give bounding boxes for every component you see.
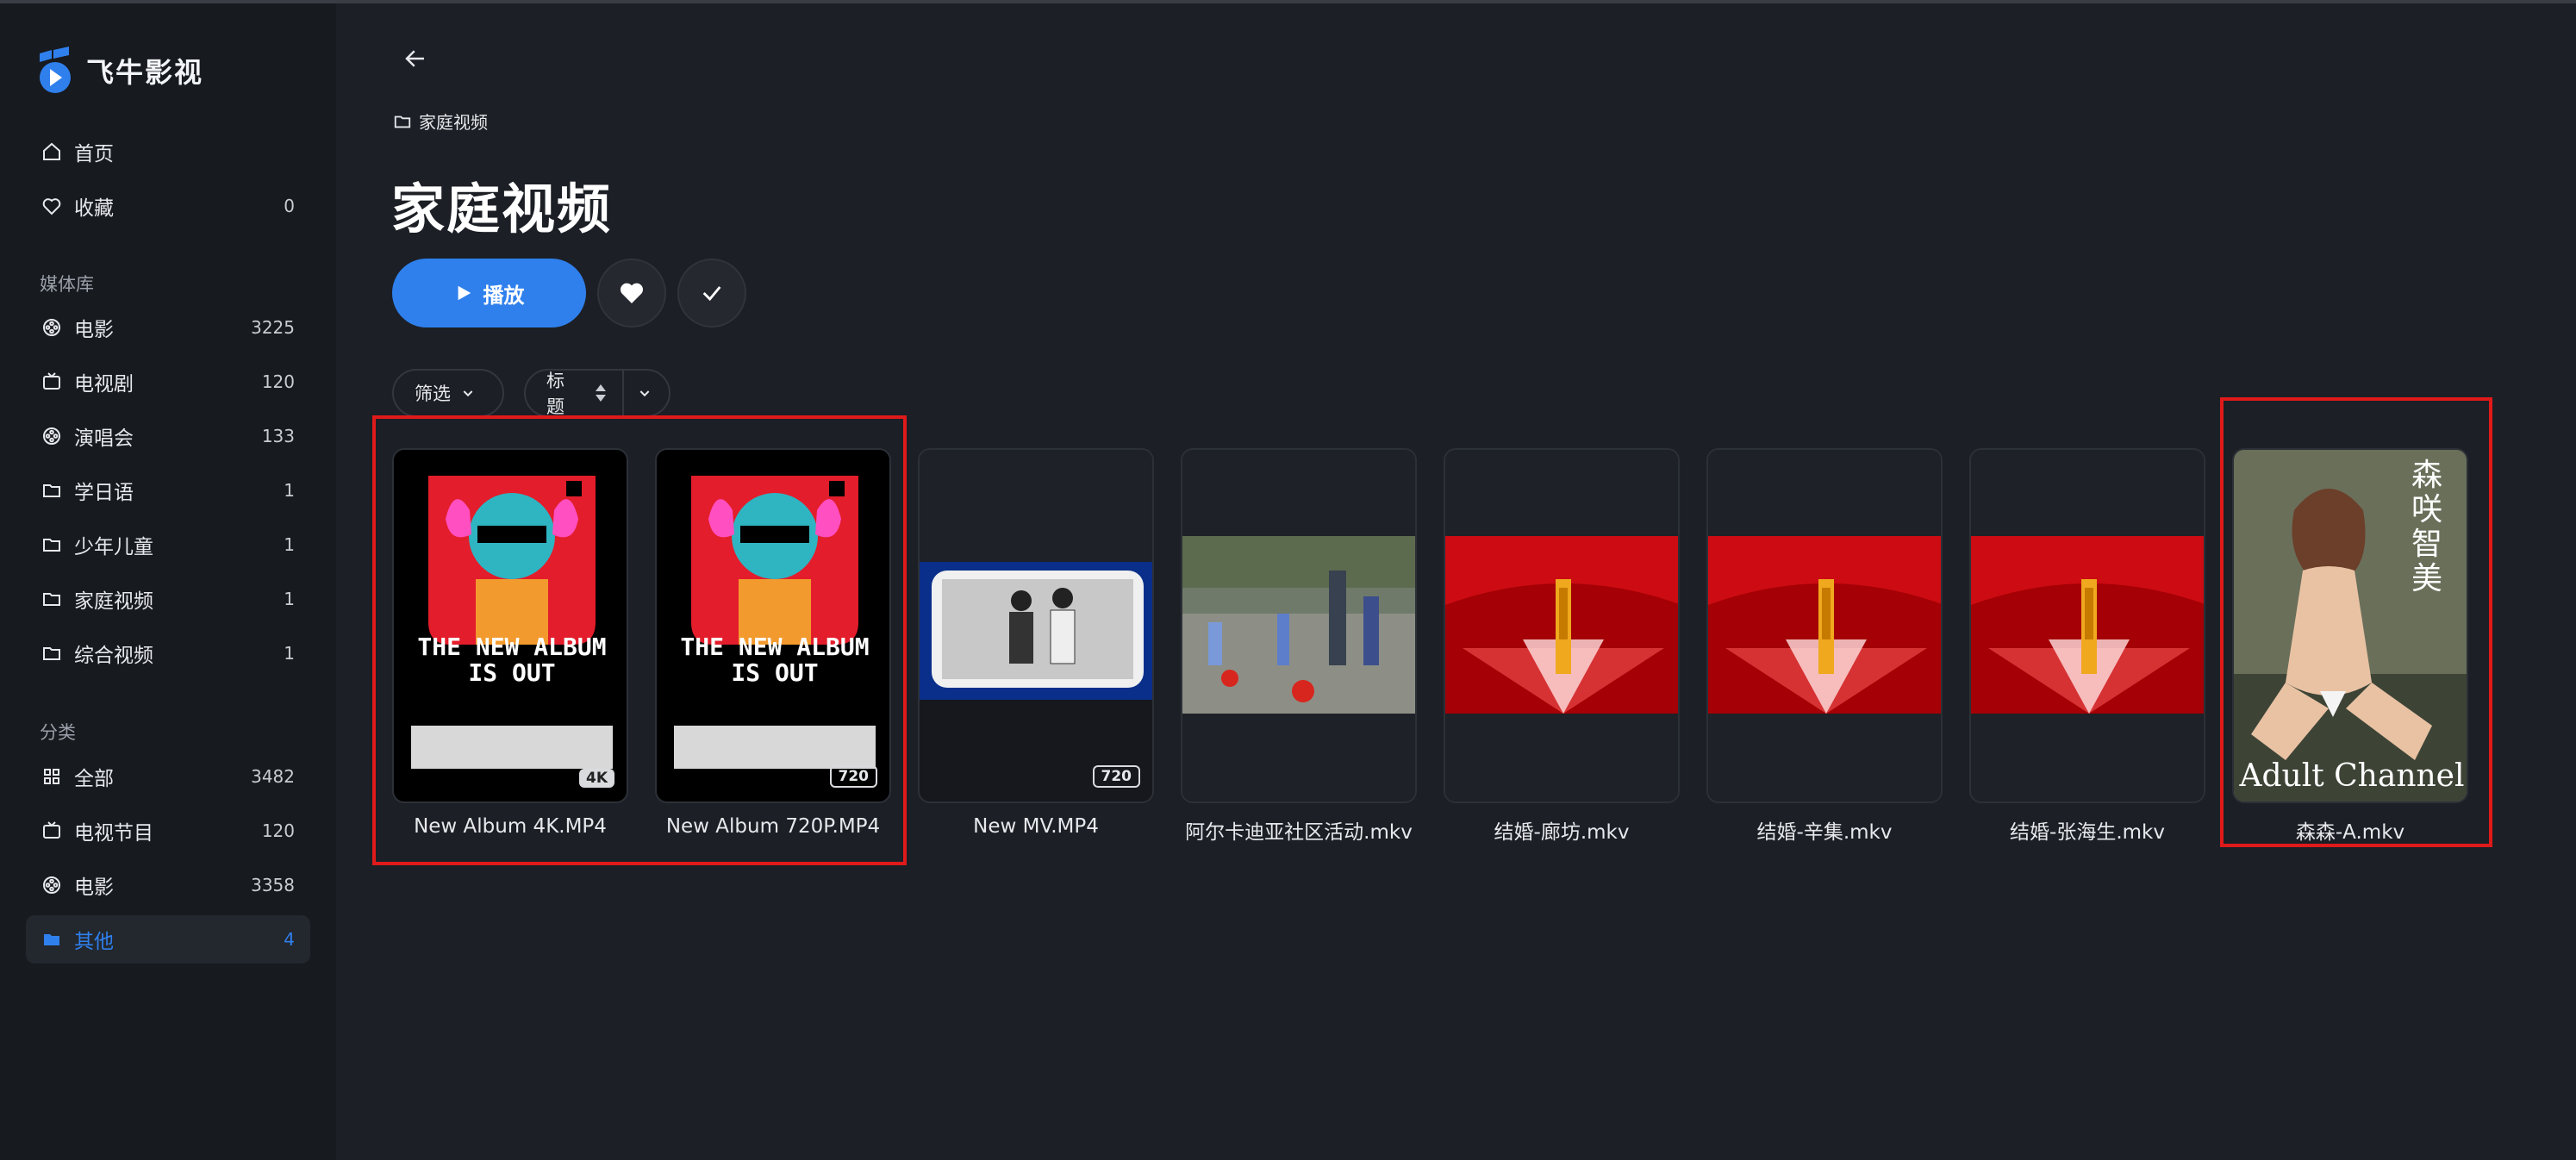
library-section-title: 媒体库 <box>40 274 94 295</box>
tv-icon <box>40 370 64 394</box>
sidebar-item-count: 1 <box>284 589 295 609</box>
sidebar-item-label: 少年儿童 <box>74 536 153 558</box>
sidebar-item-count: 4 <box>284 929 295 950</box>
grid-icon <box>40 764 64 789</box>
sidebar-item-count: 3358 <box>251 875 295 895</box>
sidebar-item-label: 综合视频 <box>74 645 153 667</box>
video-title[interactable]: 结婚-辛集.mkv <box>1695 815 1954 845</box>
video-card[interactable]: 720 <box>918 448 1154 803</box>
chevron-down-icon <box>461 386 475 400</box>
filter-label: 筛选 <box>415 384 451 404</box>
check-icon <box>702 286 721 302</box>
sidebar-item-label: 收藏 <box>74 197 114 220</box>
chevron-down-icon[interactable] <box>638 386 652 400</box>
video-thumbnail <box>1445 450 1678 801</box>
home-icon <box>40 140 64 164</box>
sidebar-item-count: 1 <box>284 534 295 555</box>
highlight-box <box>2220 397 2492 847</box>
sidebar-item[interactable]: 全部 3482 <box>26 752 310 801</box>
sidebar-item-count: 133 <box>261 426 295 446</box>
video-title[interactable]: New MV.MP4 <box>907 815 1165 838</box>
play-button-label: 播放 <box>483 283 525 308</box>
tv-icon <box>40 819 64 843</box>
sidebar-item-label: 电影 <box>74 876 114 899</box>
sidebar-item-count: 1 <box>284 480 295 501</box>
sidebar-item-label: 电影 <box>74 319 114 341</box>
sidebar-item[interactable]: 家庭视频 1 <box>26 575 310 623</box>
video-title[interactable]: 结婚-张海生.mkv <box>1958 815 2217 845</box>
breadcrumb-label: 家庭视频 <box>419 112 488 133</box>
category-section-title: 分类 <box>40 722 76 743</box>
favorite-button[interactable] <box>597 259 666 327</box>
sidebar-item-label: 演唱会 <box>74 427 134 450</box>
video-title[interactable]: 阿尔卡迪亚社区活动.mkv <box>1169 815 1428 845</box>
sidebar-item[interactable]: 学日语 1 <box>26 466 310 515</box>
sidebar-item[interactable]: 电影 3358 <box>26 861 310 909</box>
video-title[interactable]: 结婚-廊坊.mkv <box>1432 815 1691 845</box>
sidebar-item-count: 0 <box>284 196 295 216</box>
sidebar-item-label: 学日语 <box>74 482 134 504</box>
filter-dropdown[interactable]: 筛选 <box>392 369 504 417</box>
sidebar-item-count: 3482 <box>251 766 295 787</box>
play-icon <box>454 284 473 302</box>
video-card[interactable] <box>1969 448 2205 803</box>
play-button[interactable]: 播放 <box>392 259 586 327</box>
sort-dropdown[interactable]: 标题 <box>524 369 671 417</box>
folder-icon <box>40 478 64 502</box>
folder-icon <box>40 533 64 557</box>
sidebar-item[interactable]: 少年儿童 1 <box>26 521 310 569</box>
video-card[interactable] <box>1706 448 1943 803</box>
sidebar-item-count: 120 <box>261 371 295 392</box>
breadcrumb[interactable]: 家庭视频 <box>393 109 488 134</box>
heart-filled-icon <box>620 283 644 303</box>
back-button[interactable] <box>395 38 436 79</box>
sidebar-item-count: 120 <box>261 820 295 841</box>
highlight-box <box>372 415 907 865</box>
sidebar-item[interactable]: 电视剧 120 <box>26 358 310 406</box>
folder-icon <box>40 587 64 611</box>
app-logo-icon <box>34 47 76 95</box>
film-reel-icon <box>40 873 64 897</box>
sidebar-item[interactable]: 其他 4 <box>26 915 310 964</box>
folder-icon <box>393 112 412 131</box>
sort-order-icon <box>594 384 607 402</box>
sidebar-item-label: 全部 <box>74 768 114 790</box>
video-card[interactable] <box>1444 448 1680 803</box>
folder-icon <box>40 641 64 665</box>
video-card[interactable] <box>1181 448 1417 803</box>
arrow-left-icon <box>405 50 424 67</box>
sidebar-item-label: 其他 <box>74 931 114 953</box>
mark-watched-button[interactable] <box>677 259 746 327</box>
sidebar-item-label: 家庭视频 <box>74 590 153 613</box>
sidebar-item-count: 3225 <box>251 317 295 338</box>
sidebar-item-label: 电视节目 <box>74 822 153 845</box>
sidebar: 飞牛影视 首页 收藏 0 媒体库 电影 3225 电视剧 120 演唱会 133 学日语 1 少… <box>0 3 336 1160</box>
window-top-border <box>0 0 2576 3</box>
folder-filled-icon <box>40 927 64 951</box>
sidebar-item[interactable]: 综合视频 1 <box>26 629 310 677</box>
sidebar-item-label: 电视剧 <box>74 373 134 396</box>
sidebar-item[interactable]: 电影 3225 <box>26 303 310 352</box>
page-title: 家庭视频 <box>391 178 613 240</box>
sidebar-item[interactable]: 电视节目 120 <box>26 807 310 855</box>
sidebar-item[interactable]: 演唱会 133 <box>26 412 310 460</box>
app-logo[interactable]: 飞牛影视 <box>34 45 203 97</box>
video-thumbnail <box>920 450 1152 801</box>
film-reel-icon <box>40 315 64 340</box>
video-thumbnail <box>1182 450 1415 801</box>
sidebar-item-home[interactable]: 首页 <box>26 128 310 176</box>
sidebar-item-count: 1 <box>284 643 295 664</box>
resolution-badge: 720 <box>1092 765 1140 788</box>
sidebar-item-label: 首页 <box>74 143 114 165</box>
film-reel-icon <box>40 424 64 448</box>
sidebar-item-favorites[interactable]: 收藏 0 <box>26 182 310 230</box>
video-thumbnail <box>1971 450 2204 801</box>
video-thumbnail <box>1708 450 1941 801</box>
sort-divider <box>622 371 624 415</box>
app-title: 飞牛影视 <box>86 56 204 89</box>
sort-label: 标题 <box>546 371 564 417</box>
heart-icon <box>40 194 64 218</box>
